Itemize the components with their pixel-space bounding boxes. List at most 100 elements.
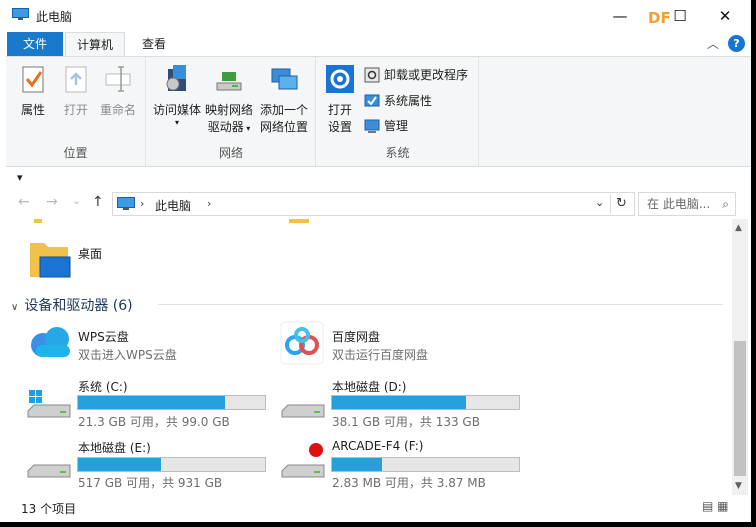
uninstall-icon — [364, 67, 380, 83]
drive-e-usage: 517 GB 可用，共 931 GB — [78, 476, 223, 490]
drive-d-name[interactable]: 本地磁盘 (D:) — [332, 378, 406, 395]
add-location-label-2: 网络位置 — [259, 120, 308, 134]
uninstall-label: 卸载或更改程序 — [384, 68, 469, 82]
manage-label: 管理 — [384, 119, 409, 133]
ribbon: 属性 打开 重命名 位置 访问媒体 ▾ 映射网络 驱动器 ▾ 添加一个 网络位置… — [6, 56, 751, 167]
rename-icon — [105, 66, 131, 92]
drive-f-usage-bar — [331, 457, 520, 472]
up-button[interactable]: ↑ — [92, 194, 104, 210]
scroll-up-icon[interactable]: ▲ — [735, 223, 742, 233]
open-button[interactable]: 打开 — [58, 63, 94, 119]
add-network-location-button[interactable]: 添加一个 网络位置 — [257, 63, 311, 136]
status-bar: 13 个项目 ▤ ▦ — [6, 495, 751, 519]
search-placeholder: 在 此电脑... — [647, 197, 711, 211]
drive-e-usage-fill — [78, 458, 162, 471]
access-media-button[interactable]: 访问媒体 ▾ — [151, 63, 203, 127]
removable-drive-icon — [281, 443, 325, 478]
wps-cloud-desc: 双击进入WPS云盘 — [78, 348, 177, 362]
folder-desktop-label[interactable]: 桌面 — [78, 245, 102, 262]
drive-c-usage: 21.3 GB 可用，共 99.0 GB — [78, 415, 230, 429]
settings-gear-icon — [326, 65, 354, 93]
map-drive-label-1: 映射网络 — [204, 103, 253, 117]
tab-file[interactable]: 文件 — [7, 32, 63, 57]
group-location-label: 位置 — [63, 146, 88, 160]
maximize-button[interactable]: ☐ — [660, 4, 700, 28]
hard-drive-icon — [281, 404, 325, 418]
collapse-ribbon-icon[interactable]: ︿ — [707, 35, 719, 52]
group-system: 打开 设置 卸载或更改程序 系统属性 管理 系统 — [317, 57, 479, 166]
search-icon: ⌕ — [722, 197, 729, 211]
system-properties-button[interactable]: 系统属性 — [364, 91, 432, 111]
refresh-button[interactable]: ↻ — [610, 194, 632, 214]
ribbon-tabs: 文件 计算机 查看 ︿ ? — [0, 32, 751, 57]
drive-f-usage-fill — [332, 458, 383, 471]
this-pc-icon — [12, 8, 29, 20]
open-settings-label-1: 打开 — [327, 103, 352, 117]
address-history-dropdown[interactable]: ⌄ — [595, 196, 604, 209]
drive-f-name[interactable]: ARCADE-F4 (F:) — [332, 439, 423, 453]
scroll-down-icon[interactable]: ▼ — [735, 481, 742, 491]
breadcrumb-separator[interactable]: › — [207, 197, 211, 210]
windows-drive-icon — [27, 390, 71, 418]
map-drive-dropdown-icon: ▾ — [243, 124, 251, 133]
baidu-netdisk-desc: 双击运行百度网盘 — [332, 348, 429, 362]
open-settings-button[interactable]: 打开 设置 — [323, 63, 357, 136]
baidu-netdisk-name[interactable]: 百度网盘 — [332, 328, 380, 345]
drive-e-name[interactable]: 本地磁盘 (E:) — [78, 439, 151, 456]
close-button[interactable]: ✕ — [705, 4, 745, 28]
network-location-icon — [271, 68, 298, 90]
window-title: 此电脑 — [36, 10, 73, 24]
customize-toolbar-icon[interactable]: ▾ — [17, 171, 23, 184]
add-location-label-1: 添加一个 — [259, 103, 308, 117]
desktop-folder-icon — [30, 243, 71, 278]
section-title: 设备和驱动器 (6) — [24, 298, 133, 314]
section-divider — [158, 304, 723, 305]
baidu-netdisk-icon — [280, 321, 324, 365]
tab-computer[interactable]: 计算机 — [65, 32, 125, 57]
system-properties-icon — [364, 94, 380, 107]
access-media-label: 访问媒体 — [152, 103, 201, 117]
navigation-bar: ← → ⌄ ↑ › 此电脑 › ⌄ ↻ 在 此电脑... ⌕ — [6, 190, 751, 218]
drive-d-usage-bar — [331, 395, 520, 410]
open-settings-label-2: 设置 — [327, 120, 352, 134]
hard-drive-icon — [27, 464, 71, 478]
quick-access-toolbar: ▾ — [6, 168, 751, 190]
manage-computer-icon — [364, 119, 380, 133]
properties-icon — [22, 66, 44, 93]
folder-desktop[interactable] — [28, 235, 78, 285]
view-mode-icons[interactable]: ▤ ▦ — [702, 499, 729, 513]
rename-label: 重命名 — [99, 103, 136, 117]
drive-d-usage-fill — [332, 396, 466, 409]
media-icon — [166, 65, 186, 91]
wps-cloud-icon — [31, 327, 70, 357]
open-icon — [65, 66, 87, 93]
tab-view[interactable]: 查看 — [133, 32, 175, 57]
properties-button[interactable]: 属性 — [15, 63, 51, 119]
access-media-dropdown-icon: ▾ — [174, 118, 179, 127]
wps-cloud-name[interactable]: WPS云盘 — [78, 328, 129, 345]
map-drive-button[interactable]: 映射网络 驱动器 ▾ — [203, 63, 255, 137]
section-devices-drives[interactable]: ∨ 设备和驱动器 (6) — [11, 295, 133, 315]
vertical-scrollbar[interactable]: ▲ ▼ — [732, 219, 748, 495]
help-icon[interactable]: ? — [728, 35, 745, 52]
content-pane: 桌面 ∨ 设备和驱动器 (6) WPS云盘 双击进入WPS云盘 百度网盘 双击运行… — [6, 219, 732, 495]
breadcrumb-this-pc[interactable]: 此电脑 — [155, 197, 191, 214]
uninstall-button[interactable]: 卸载或更改程序 — [364, 65, 468, 85]
address-bar[interactable]: › 此电脑 › ⌄ ↻ — [112, 192, 635, 216]
recent-locations-button[interactable]: ⌄ — [72, 194, 81, 207]
drive-c-usage-fill — [78, 396, 225, 409]
drive-c-usage-bar — [77, 395, 266, 410]
open-label: 打开 — [63, 103, 88, 117]
search-box[interactable]: 在 此电脑... ⌕ — [638, 192, 736, 216]
forward-button[interactable]: → — [46, 194, 58, 210]
properties-label: 属性 — [20, 103, 45, 117]
back-button[interactable]: ← — [18, 194, 30, 210]
network-drive-icon — [216, 72, 242, 91]
drive-c-name[interactable]: 系统 (C:) — [78, 378, 128, 395]
breadcrumb-separator[interactable]: › — [140, 197, 144, 210]
system-properties-label: 系统属性 — [384, 94, 433, 108]
scrollbar-thumb[interactable] — [734, 341, 746, 476]
minimize-button[interactable]: — — [600, 4, 640, 28]
rename-button[interactable]: 重命名 — [96, 63, 140, 119]
manage-button[interactable]: 管理 — [364, 116, 408, 136]
